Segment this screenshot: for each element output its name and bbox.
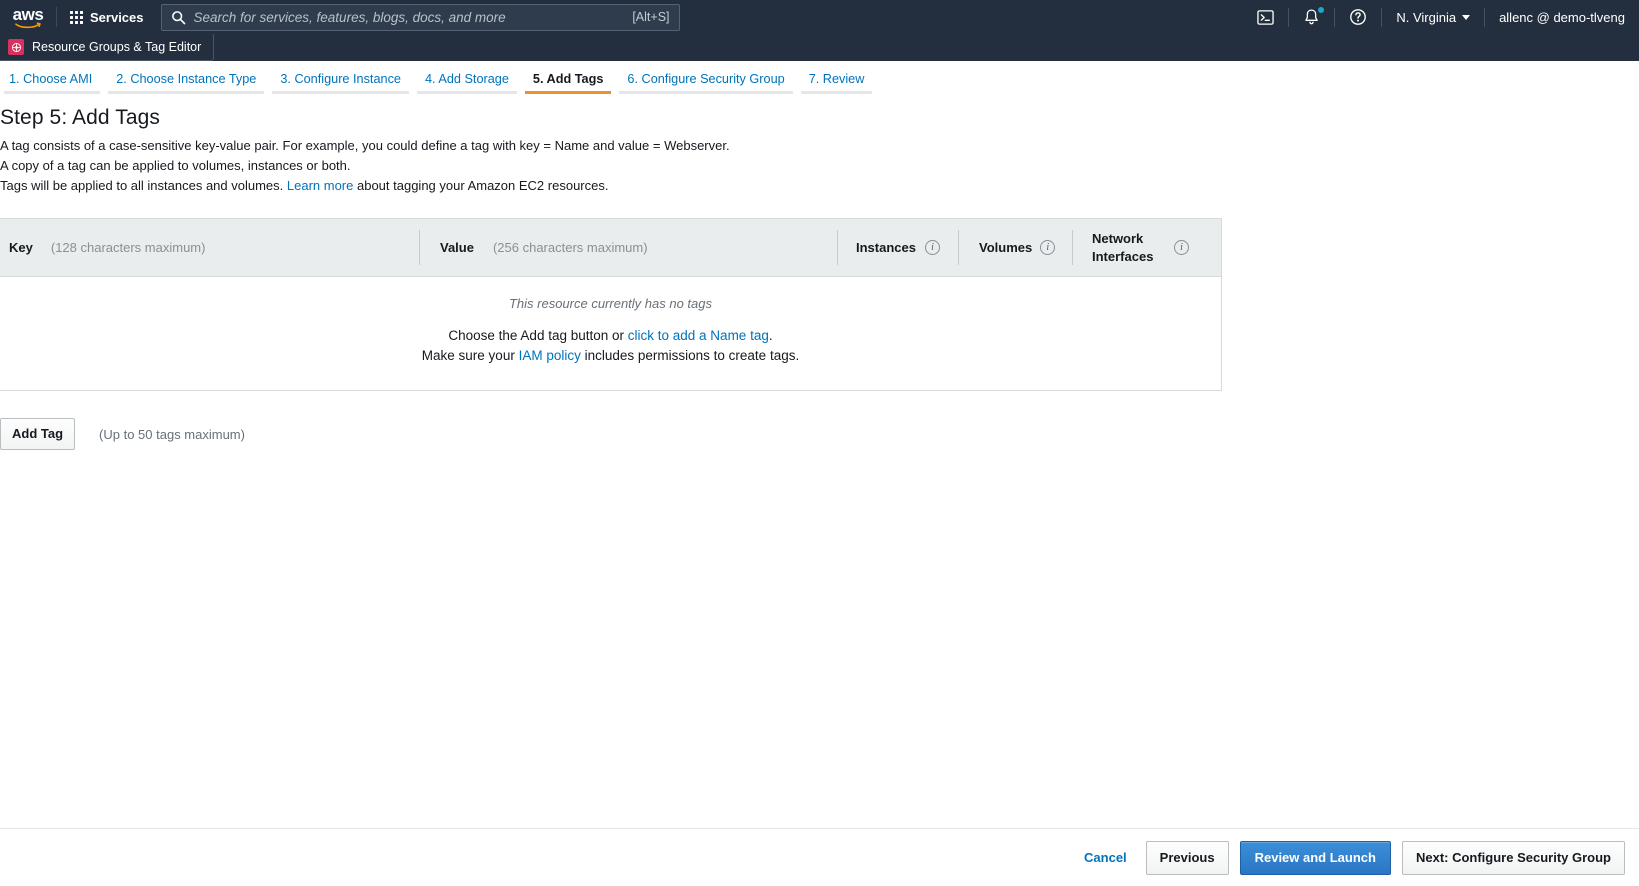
region-label: N. Virginia (1396, 9, 1457, 25)
column-header-instances-label: Instances (856, 240, 916, 255)
favorites-bar: Resource Groups & Tag Editor (0, 34, 1639, 61)
cancel-button[interactable]: Cancel (1076, 844, 1135, 871)
tags-table: Key (128 characters maximum) Value (256 … (0, 218, 1222, 391)
column-divider (958, 230, 959, 265)
column-header-volumes-label: Volumes (979, 240, 1033, 255)
column-header-instances: Instances i (837, 219, 958, 276)
column-header-value-label: Value (440, 240, 474, 255)
add-tag-row: Add Tag (Up to 50 tags maximum) (0, 418, 1639, 450)
column-header-value-hint: (256 characters maximum) (492, 240, 648, 255)
services-label: Services (90, 9, 144, 25)
column-header-key-hint: (128 characters maximum) (50, 240, 206, 255)
description-line-3: Tags will be applied to all instances an… (0, 176, 1639, 196)
column-header-volumes: Volumes i (958, 219, 1072, 276)
chevron-down-icon (1462, 14, 1471, 20)
column-divider (837, 230, 838, 265)
wizard-footer: Cancel Previous Review and Launch Next: … (0, 828, 1639, 886)
info-icon[interactable]: i (1174, 240, 1189, 255)
question-circle-icon (1350, 9, 1367, 25)
empty-instruction-1-pre: Choose the Add tag button or (448, 328, 628, 343)
favorite-label: Resource Groups & Tag Editor (32, 40, 202, 54)
column-divider (1072, 230, 1073, 265)
grid-icon (70, 10, 83, 24)
global-search-box[interactable]: [Alt+S] (160, 3, 680, 31)
search-shortcut-hint: [Alt+S] (632, 10, 670, 24)
review-and-launch-button[interactable]: Review and Launch (1239, 840, 1391, 875)
add-tag-hint: (Up to 50 tags maximum) (99, 426, 245, 442)
wizard-step-add-tags[interactable]: 5. Add Tags (521, 72, 616, 94)
wizard-step-configure-security-group[interactable]: 6. Configure Security Group (615, 72, 796, 94)
info-icon[interactable]: i (924, 240, 940, 255)
info-icon[interactable]: i (1040, 240, 1056, 255)
description-line-2: A copy of a tag can be applied to volume… (0, 158, 351, 173)
services-menu-button[interactable]: Services (57, 0, 157, 34)
region-selector[interactable]: N. Virginia (1382, 0, 1484, 34)
account-label: allenc @ demo-tlveng (1499, 9, 1625, 25)
wizard-step-configure-instance[interactable]: 3. Configure Instance (268, 72, 413, 94)
wizard-step-choose-instance-type[interactable]: 2. Choose Instance Type (104, 72, 268, 94)
help-button[interactable] (1335, 0, 1381, 34)
previous-button[interactable]: Previous (1145, 840, 1229, 875)
aws-logo[interactable]: aws (0, 0, 56, 34)
tags-empty-state: This resource currently has no tags Choo… (0, 277, 1221, 390)
page-title: Step 5: Add Tags (0, 106, 161, 129)
wizard-step-navigation: 1. Choose AMI 2. Choose Instance Type 3.… (0, 61, 1639, 94)
search-input[interactable] (193, 9, 625, 25)
column-header-key-label: Key (9, 240, 33, 255)
notification-badge-dot (1318, 7, 1325, 13)
learn-more-link[interactable]: Learn more (287, 178, 353, 193)
resource-groups-icon (8, 39, 24, 55)
add-tag-button[interactable]: Add Tag (0, 418, 76, 450)
empty-instruction-1-post: . (768, 328, 773, 343)
next-configure-security-group-button[interactable]: Next: Configure Security Group (1401, 840, 1625, 875)
main-content: 1. Choose AMI 2. Choose Instance Type 3.… (0, 61, 1639, 450)
column-header-key: Key (128 characters maximum) (0, 219, 419, 276)
column-header-network-interfaces-label: Network Interfaces (1092, 230, 1154, 264)
page-body: Step 5: Add Tags A tag consists of a cas… (0, 94, 1639, 450)
terminal-icon (1257, 9, 1275, 25)
empty-instruction-2-post: includes permissions to create tags. (580, 348, 800, 363)
wizard-step-review[interactable]: 7. Review (797, 72, 877, 94)
column-header-network-interfaces: Network Interfaces i (1072, 219, 1221, 276)
aws-smile-icon (15, 21, 41, 28)
description-line-1: A tag consists of a case-sensitive key-v… (0, 138, 730, 153)
tags-table-header: Key (128 characters maximum) Value (256 … (0, 219, 1221, 277)
add-name-tag-link[interactable]: click to add a Name tag (628, 328, 769, 343)
account-menu[interactable]: allenc @ demo-tlveng (1485, 0, 1639, 34)
empty-state-instruction-2: Make sure your IAM policy includes permi… (0, 346, 1221, 366)
iam-policy-link[interactable]: IAM policy (519, 348, 581, 363)
empty-state-message: This resource currently has no tags (508, 296, 713, 311)
top-navigation-bar: aws Services [Alt+S] (0, 0, 1639, 34)
nav-right-group: N. Virginia allenc @ demo-tlveng (1243, 0, 1639, 34)
column-divider (419, 230, 420, 265)
column-header-value: Value (256 characters maximum) (419, 219, 837, 276)
description-line-3-post: about tagging your Amazon EC2 resources. (353, 178, 609, 193)
wizard-step-choose-ami[interactable]: 1. Choose AMI (0, 72, 104, 94)
empty-instruction-2-pre: Make sure your (421, 348, 519, 363)
cloudshell-button[interactable] (1243, 0, 1288, 34)
notifications-button[interactable] (1289, 0, 1334, 34)
aws-logo-text: aws (12, 4, 44, 24)
empty-state-instruction-1: Choose the Add tag button or click to ad… (0, 326, 1221, 346)
wizard-step-add-storage[interactable]: 4. Add Storage (413, 72, 521, 94)
description-line-3-pre: Tags will be applied to all instances an… (0, 178, 287, 193)
search-icon (171, 10, 185, 24)
favorite-resource-groups-tag-editor[interactable]: Resource Groups & Tag Editor (0, 34, 215, 61)
